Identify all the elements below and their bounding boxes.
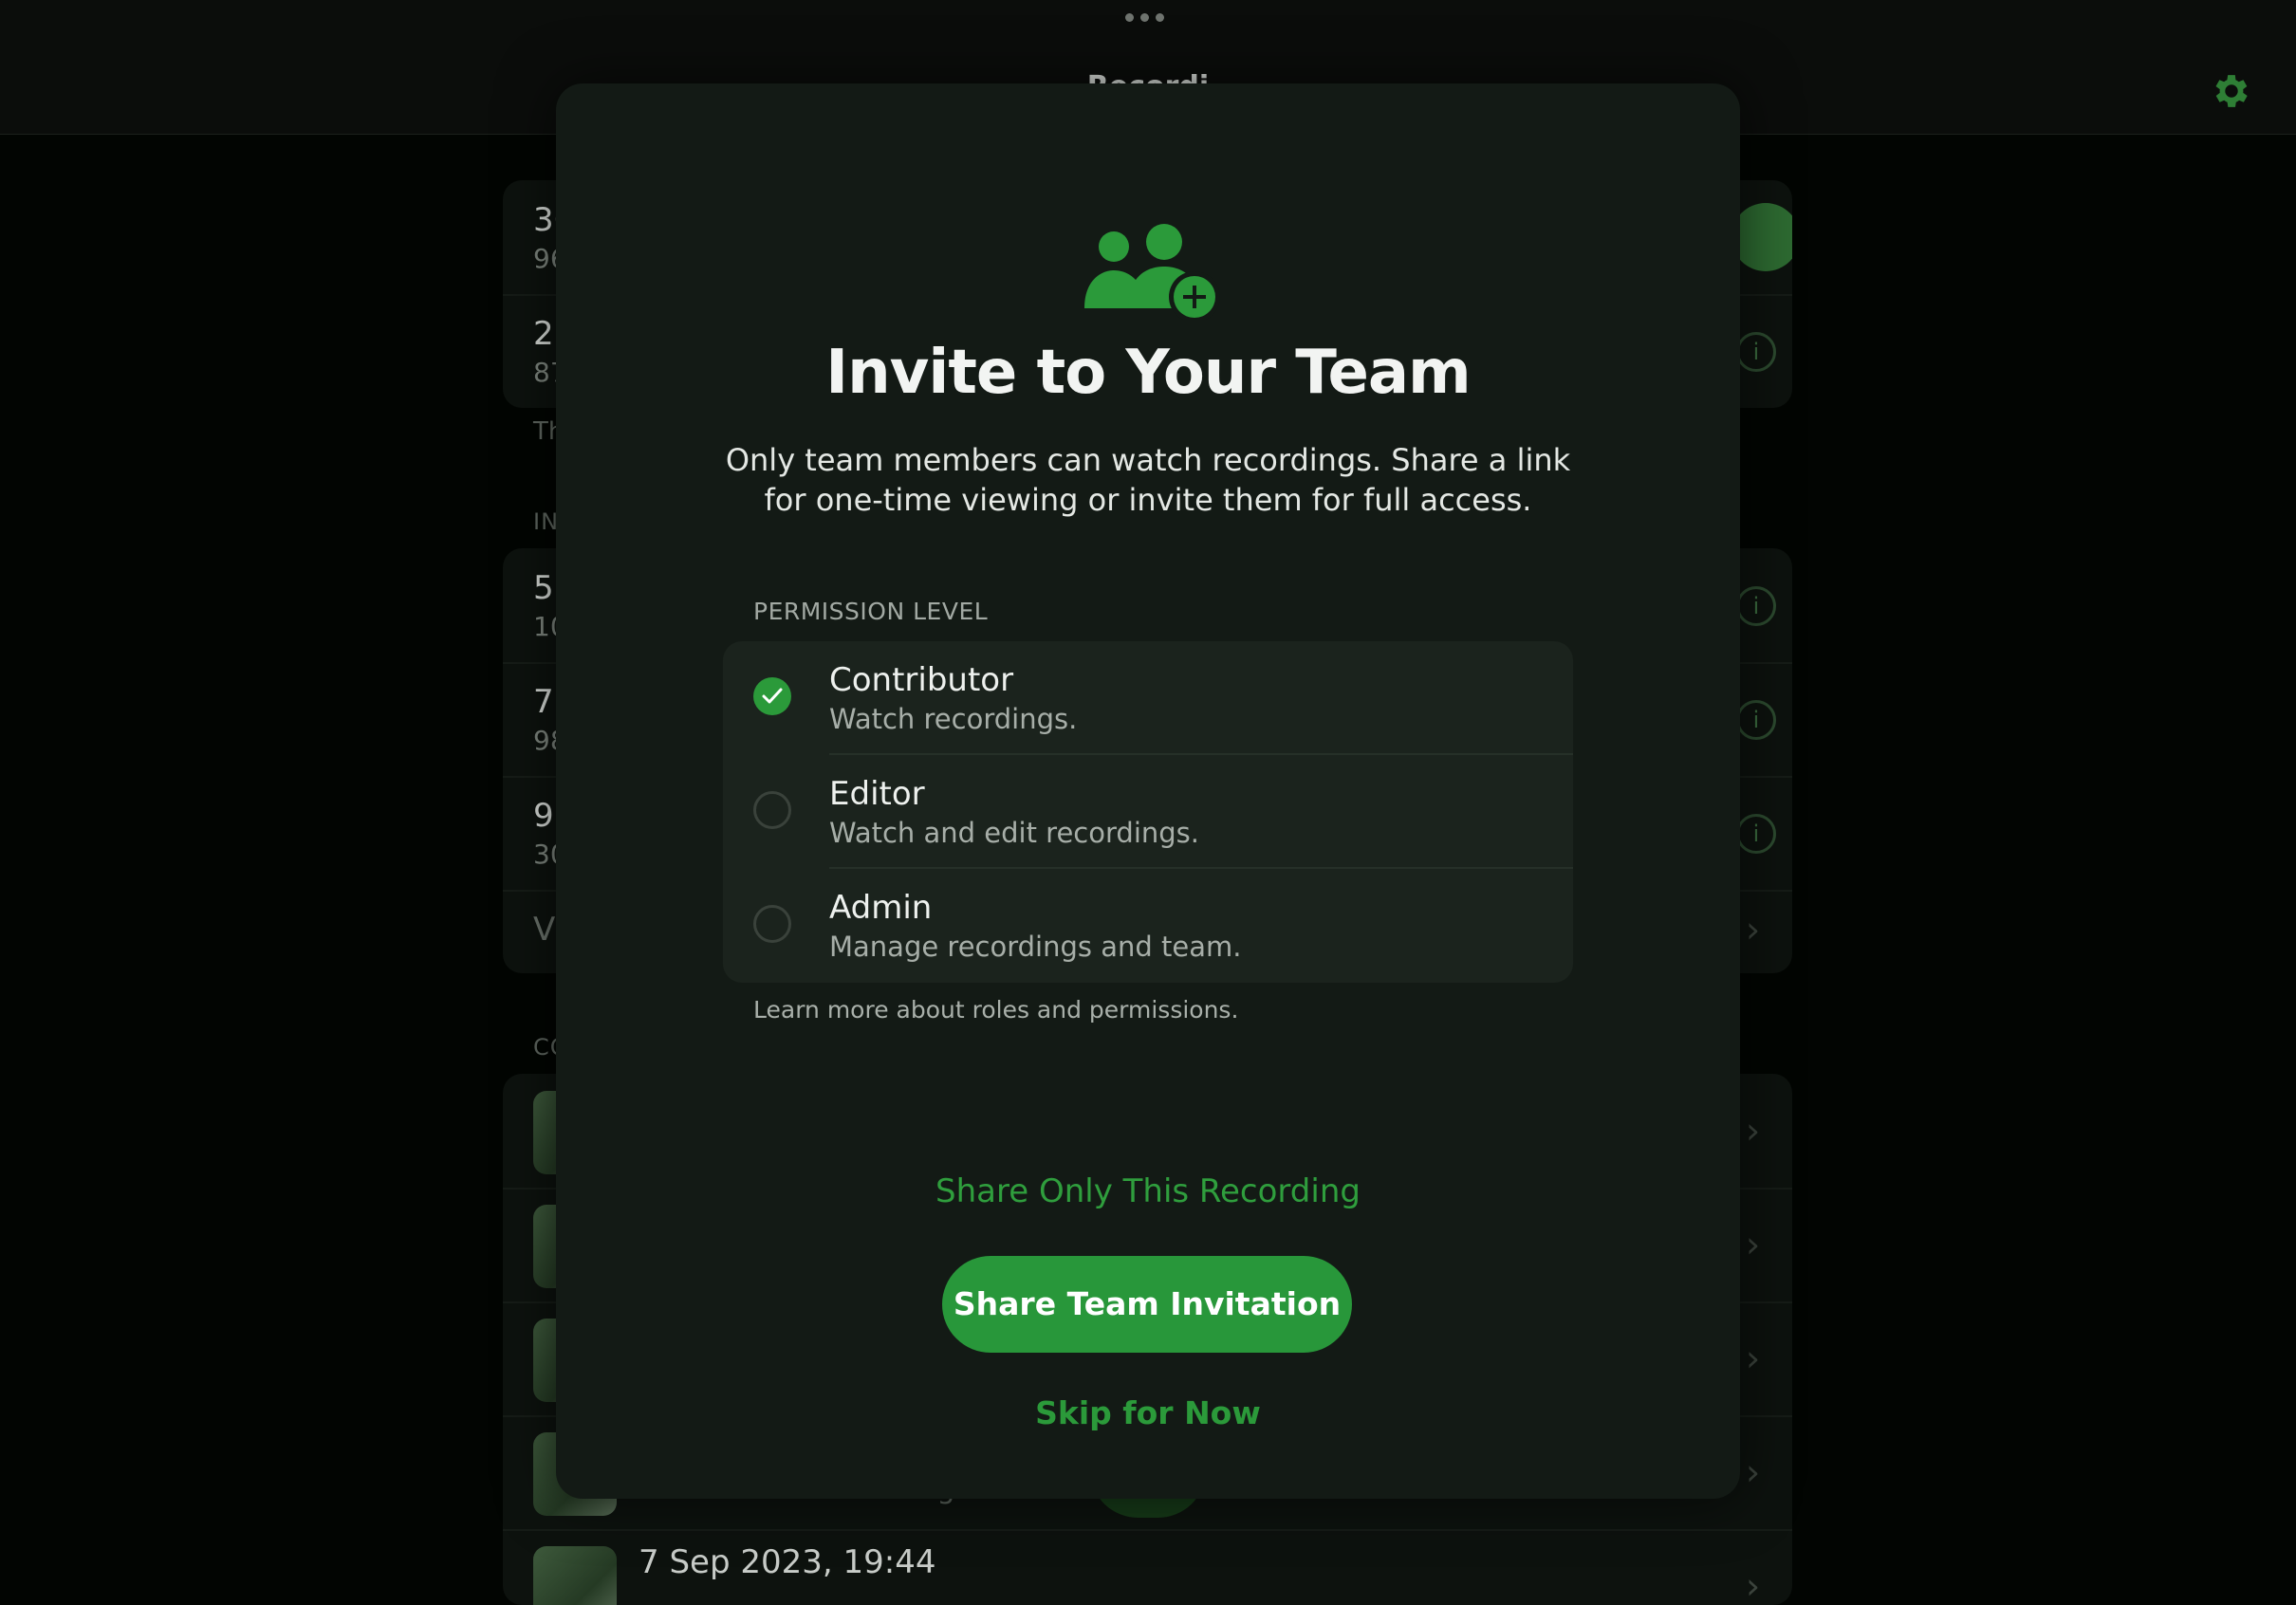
recording-thumbnail [533,1546,617,1605]
learn-more-link[interactable]: Learn more about roles and permissions. [753,996,1238,1024]
chevron-right-icon: › [1746,909,1761,950]
permission-options: Contributor Watch recordings. Editor Wat… [723,641,1573,983]
row-title: V [533,911,556,949]
chevron-right-icon: › [1746,1451,1761,1493]
info-icon[interactable]: i [1736,814,1776,854]
chevron-right-icon: › [1746,1338,1761,1379]
info-icon[interactable]: i [1736,700,1776,740]
modal-description: Only team members can watch recordings. … [725,442,1571,518]
share-team-invitation-button[interactable]: Share Team Invitation [942,1256,1352,1353]
row-title: 2 [533,315,554,353]
chevron-right-icon: › [1746,1110,1761,1152]
info-icon[interactable]: i [1736,586,1776,626]
share-only-recording-button[interactable]: Share Only This Recording [556,1172,1740,1210]
modal-title: Invite to Your Team [825,338,1471,408]
section-header: IN [533,508,560,535]
row-title: 5 [533,569,554,607]
team-add-icon [1084,224,1220,320]
gear-icon[interactable] [2210,69,2253,113]
radio-empty-icon [753,905,791,943]
option-description: Watch recordings. [829,703,1078,735]
option-name: Contributor [829,661,1014,699]
row-title: 9 [533,797,554,835]
skip-for-now-button[interactable]: Skip for Now [556,1394,1740,1431]
option-description: Watch and edit recordings. [829,817,1199,849]
permission-level-label: PERMISSION LEVEL [753,598,989,625]
permission-option-editor[interactable]: Editor Watch and edit recordings. [723,755,1573,869]
multitasking-handle[interactable] [1125,13,1171,30]
info-icon[interactable]: i [1736,332,1776,372]
chevron-right-icon: › [1746,1565,1761,1605]
radio-empty-icon [753,791,791,829]
option-name: Editor [829,775,925,813]
status-circle [1731,203,1792,271]
checkmark-circle-icon [753,677,791,715]
permission-option-admin[interactable]: Admin Manage recordings and team. [723,869,1573,983]
recording-date: 7 Sep 2023, 19:44 [639,1543,936,1581]
option-name: Admin [829,889,933,927]
chevron-right-icon: › [1746,1224,1761,1265]
option-description: Manage recordings and team. [829,931,1242,963]
row-title: 7 [533,683,554,721]
invite-team-modal: Invite to Your Team Only team members ca… [556,83,1740,1499]
permission-option-contributor[interactable]: Contributor Watch recordings. [723,641,1573,755]
